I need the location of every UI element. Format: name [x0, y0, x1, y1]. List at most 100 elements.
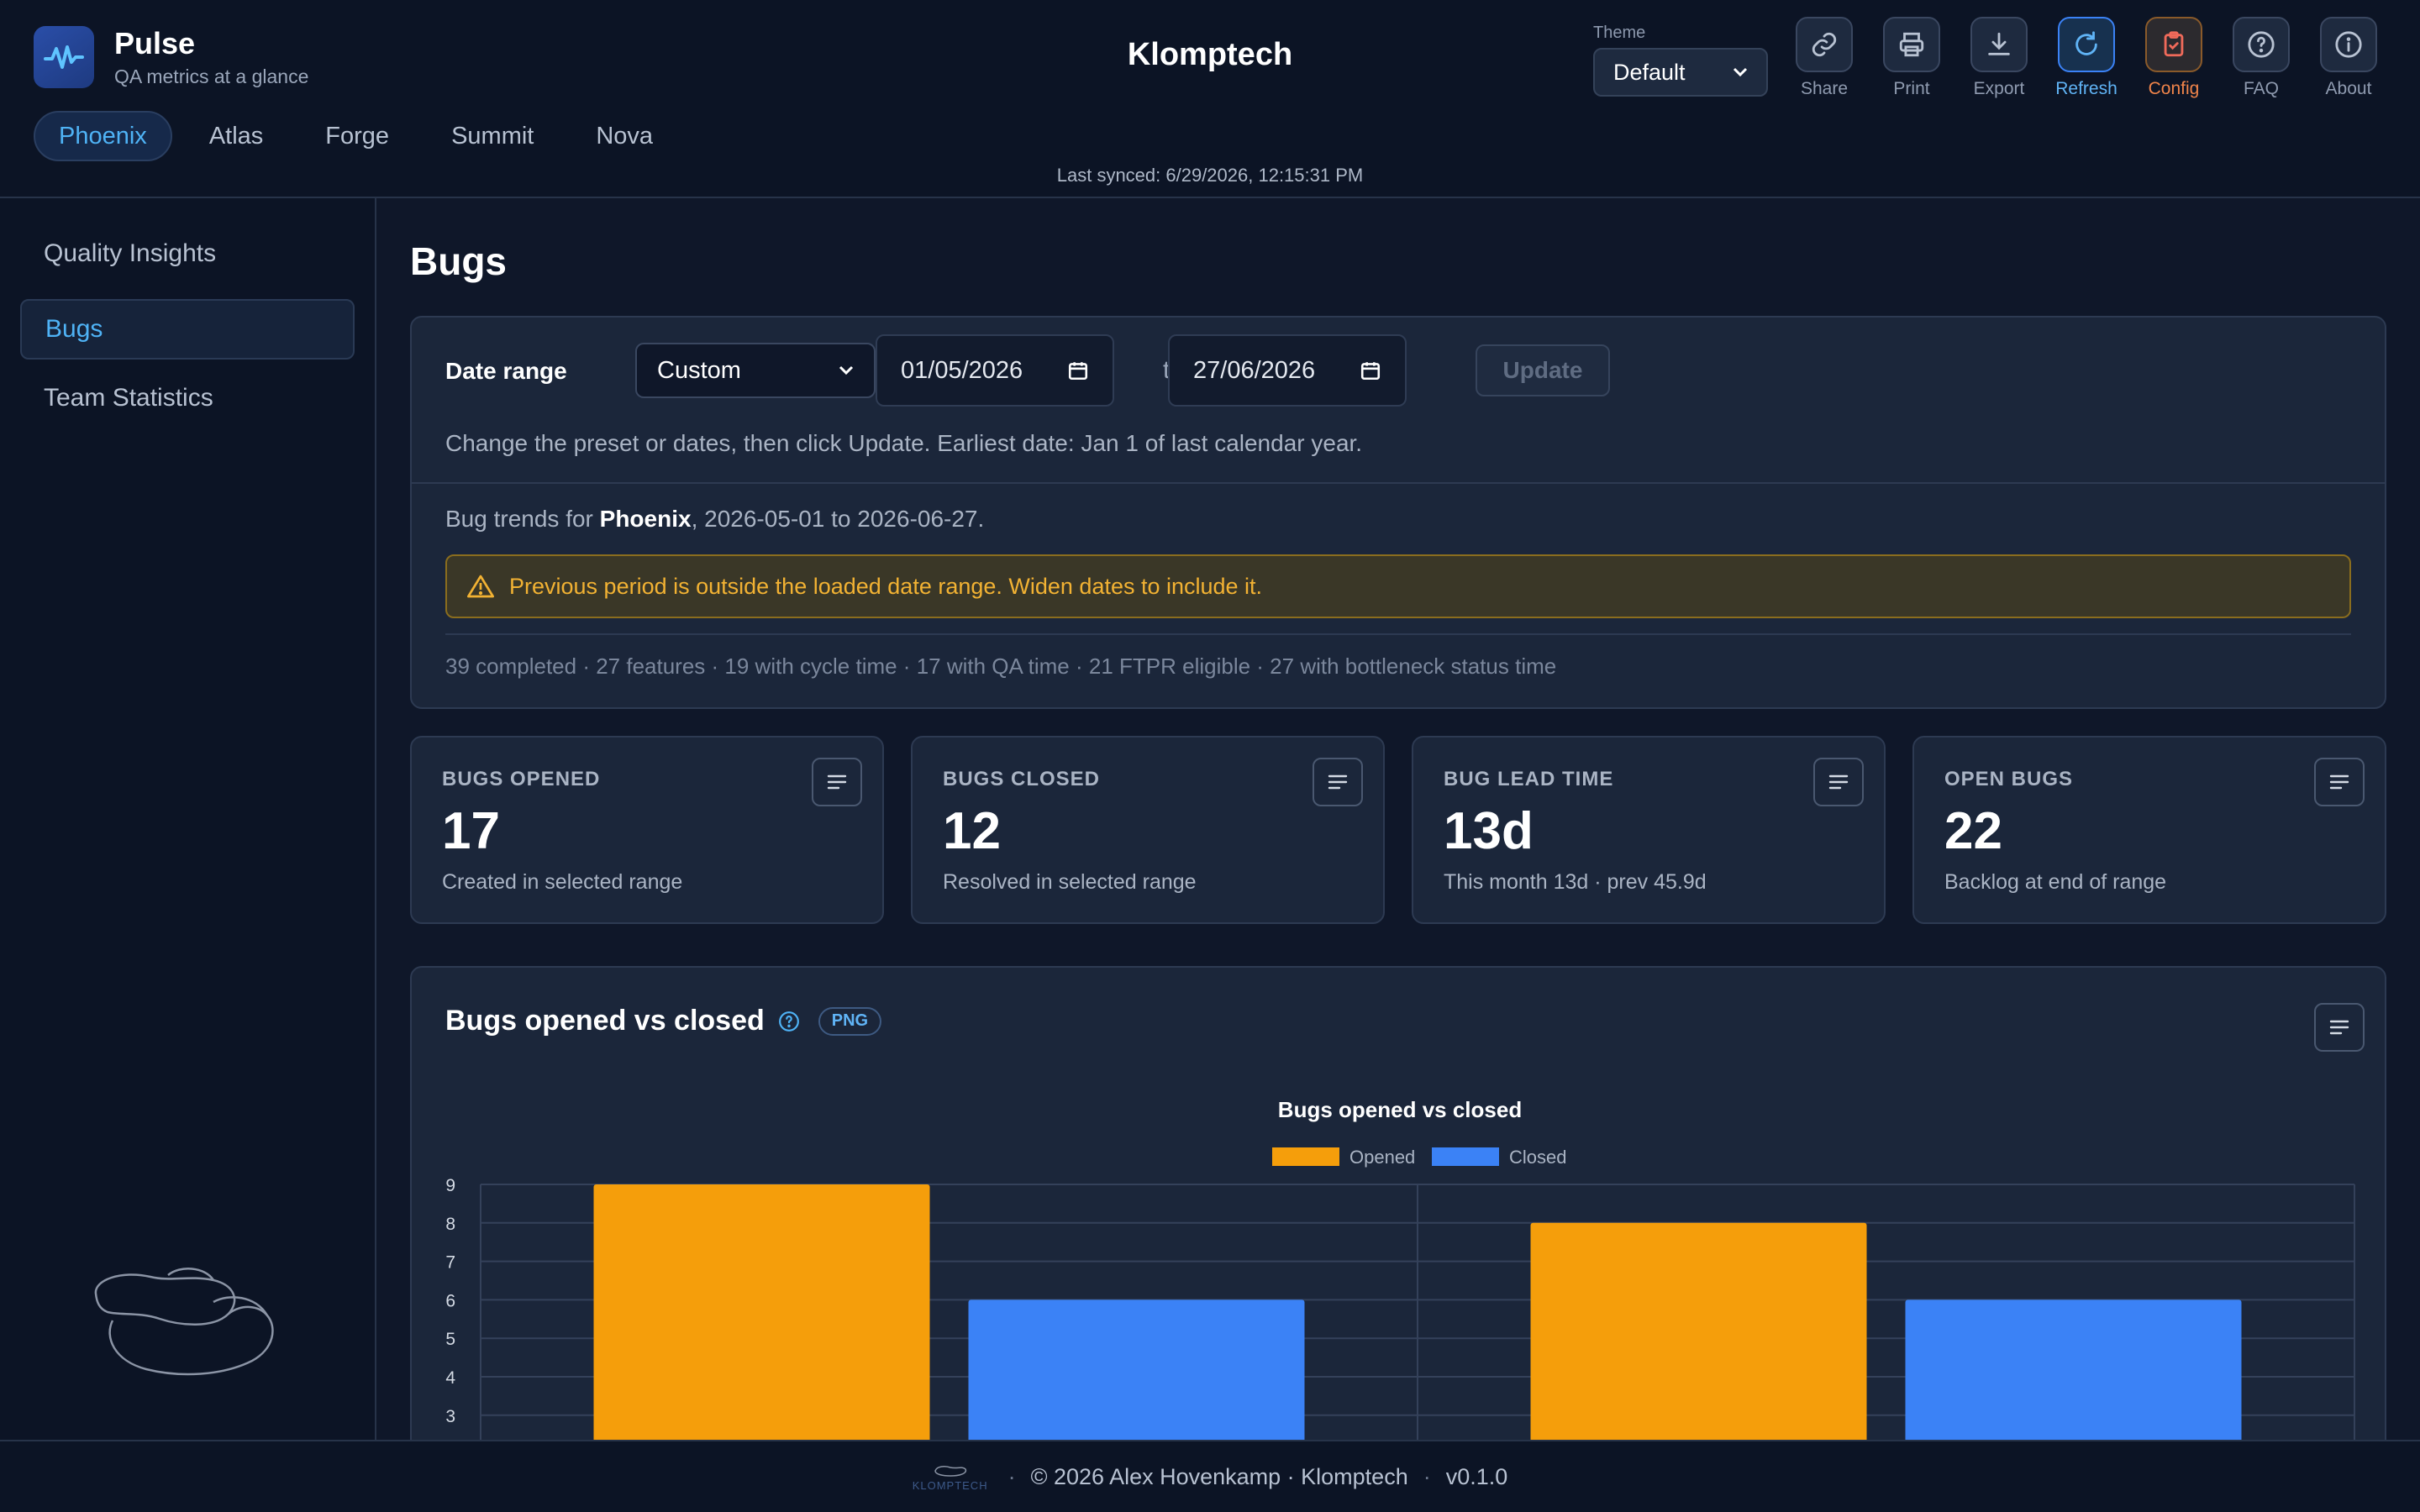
print-label: Print [1893, 79, 1930, 98]
about-button[interactable]: About [2311, 17, 2386, 99]
tab-summit[interactable]: Summit [426, 111, 559, 161]
card-menu-button[interactable] [1813, 758, 1864, 806]
legend-swatch-closed [1432, 1147, 1499, 1166]
y-tick-label: 4 [445, 1368, 455, 1388]
menu-lines-icon [1828, 774, 1849, 790]
page-title: Bugs [410, 239, 507, 283]
chart-title: Bugs opened vs closed [1278, 1097, 1522, 1122]
export-button[interactable]: Export [1961, 17, 2037, 99]
legend-swatch-opened [1272, 1147, 1339, 1166]
app-header: Pulse QA metrics at a glance Klomptech T… [0, 0, 2420, 198]
clogs-illustration-icon [94, 1268, 274, 1376]
card-menu-button[interactable] [1313, 758, 1363, 806]
bar-opened [1530, 1222, 1867, 1440]
stat-card-open-bugs: OPEN BUGS 22 Backlog at end of range [1912, 736, 2386, 924]
bar-opened [593, 1184, 930, 1440]
printer-icon [1899, 32, 1924, 57]
refresh-icon [2075, 31, 2097, 55]
theme-select[interactable]: Default [1593, 48, 1768, 97]
date-preset-select[interactable]: Custom [635, 343, 876, 398]
warning-banner: Previous period is outside the loaded da… [445, 554, 2351, 618]
menu-lines-icon [827, 774, 847, 790]
calendar-icon [1360, 362, 1381, 381]
share-button[interactable]: Share [1786, 17, 1862, 99]
klomptech-logo: KLOMPTECH [913, 1462, 988, 1492]
stat-title: BUGS CLOSED [943, 768, 1101, 790]
sidebar-item-bugs[interactable]: Bugs [20, 299, 355, 360]
refresh-button[interactable]: Refresh [2049, 17, 2124, 99]
date-to-input[interactable]: 27/06/2026 [1168, 334, 1407, 407]
menu-lines-icon [1328, 774, 1348, 790]
date-range-help: Change the preset or dates, then click U… [445, 430, 1363, 456]
stat-value: 13d [1444, 802, 1534, 860]
info-circle-icon [2335, 31, 2362, 58]
update-button[interactable]: Update [1476, 344, 1610, 396]
sidebar: Quality Insights Bugs Team Statistics [0, 198, 376, 1440]
date-from-value: 01/05/2026 [901, 356, 1023, 384]
theme-selector: Theme Default [1593, 24, 1768, 97]
refresh-label: Refresh [2055, 79, 2118, 98]
main-content: Bugs Date range Custom 01/05/2026 to 27/… [376, 198, 2420, 1440]
stat-subtitle: Backlog at end of range [1944, 870, 2167, 894]
share-label: Share [1800, 79, 1849, 98]
link-icon [1812, 32, 1837, 57]
tab-phoenix[interactable]: Phoenix [34, 111, 172, 161]
stat-title: OPEN BUGS [1944, 768, 2074, 790]
y-tick-label: 9 [445, 1176, 455, 1195]
legend-label-closed: Closed [1509, 1147, 1566, 1168]
config-button[interactable]: Config [2136, 17, 2212, 99]
trend-project: Phoenix [599, 506, 692, 532]
tab-nova[interactable]: Nova [571, 111, 678, 161]
divider [445, 633, 2351, 635]
stat-subtitle: This month 13d · prev 45.9d [1444, 870, 1707, 894]
chevron-down-icon [839, 365, 854, 375]
app-footer: KLOMPTECH · © 2026 Alex Hovenkamp · Klom… [0, 1440, 2420, 1512]
tab-forge[interactable]: Forge [300, 111, 414, 161]
divider [412, 482, 2385, 484]
warning-text: Previous period is outside the loaded da… [509, 573, 1263, 599]
download-icon [1988, 32, 2010, 55]
help-circle-icon [2248, 31, 2275, 58]
stat-card-bugs-closed: BUGS CLOSED 12 Resolved in selected rang… [911, 736, 1385, 924]
clipboard-check-icon [2164, 31, 2184, 57]
bar-closed [1905, 1299, 2242, 1440]
stat-value: 17 [442, 802, 500, 860]
last-synced: Last synced: 6/29/2026, 12:15:31 PM [1056, 165, 1364, 186]
export-label: Export [1973, 79, 2025, 98]
date-from-input[interactable]: 01/05/2026 [876, 334, 1114, 407]
dataset-stats: 39 completed · 27 features · 19 with cyc… [445, 654, 1557, 679]
stat-title: BUGS OPENED [442, 768, 601, 790]
footer-version: v0.1.0 [1445, 1463, 1508, 1489]
stat-subtitle: Created in selected range [442, 870, 683, 894]
clog-icon [934, 1465, 966, 1477]
sidebar-item-team-statistics[interactable]: Team Statistics [20, 368, 355, 428]
y-tick-label: 3 [445, 1407, 455, 1426]
y-tick-label: 7 [445, 1253, 455, 1273]
project-tabs: Phoenix Atlas Forge Summit Nova [34, 111, 690, 161]
date-preset-value: Custom [657, 356, 741, 384]
chart-card-bugs-opened-vs-closed: Bugs opened vs closed PNG Bugs opened vs… [410, 966, 2386, 1440]
card-menu-button[interactable] [2314, 758, 2365, 806]
stat-title: BUG LEAD TIME [1444, 768, 1614, 790]
print-button[interactable]: Print [1874, 17, 1949, 99]
theme-value: Default [1613, 59, 1686, 85]
stat-card-bugs-opened: BUGS OPENED 17 Created in selected range [410, 736, 884, 924]
calendar-icon [1068, 362, 1088, 381]
faq-label: FAQ [2243, 79, 2279, 98]
sidebar-item-quality-insights[interactable]: Quality Insights [20, 223, 355, 284]
warning-triangle-icon [467, 575, 494, 598]
footer-copyright: © 2026 Alex Hovenkamp · Klomptech [1030, 1463, 1408, 1489]
bar-closed [968, 1299, 1305, 1440]
y-tick-label: 8 [445, 1215, 455, 1234]
card-menu-button[interactable] [812, 758, 862, 806]
about-label: About [2325, 79, 2372, 98]
date-to-value: 27/06/2026 [1193, 356, 1316, 384]
tab-atlas[interactable]: Atlas [184, 111, 288, 161]
y-tick-label: 5 [445, 1330, 455, 1349]
faq-button[interactable]: FAQ [2223, 17, 2299, 99]
trend-summary: Bug trends for Phoenix, 2026-05-01 to 20… [445, 506, 985, 532]
stat-value: 22 [1944, 802, 2002, 860]
date-range-label: Date range [445, 358, 567, 384]
legend-label-opened: Opened [1349, 1147, 1415, 1168]
date-range-panel: Date range Custom 01/05/2026 to 27/06/20… [410, 316, 2386, 709]
